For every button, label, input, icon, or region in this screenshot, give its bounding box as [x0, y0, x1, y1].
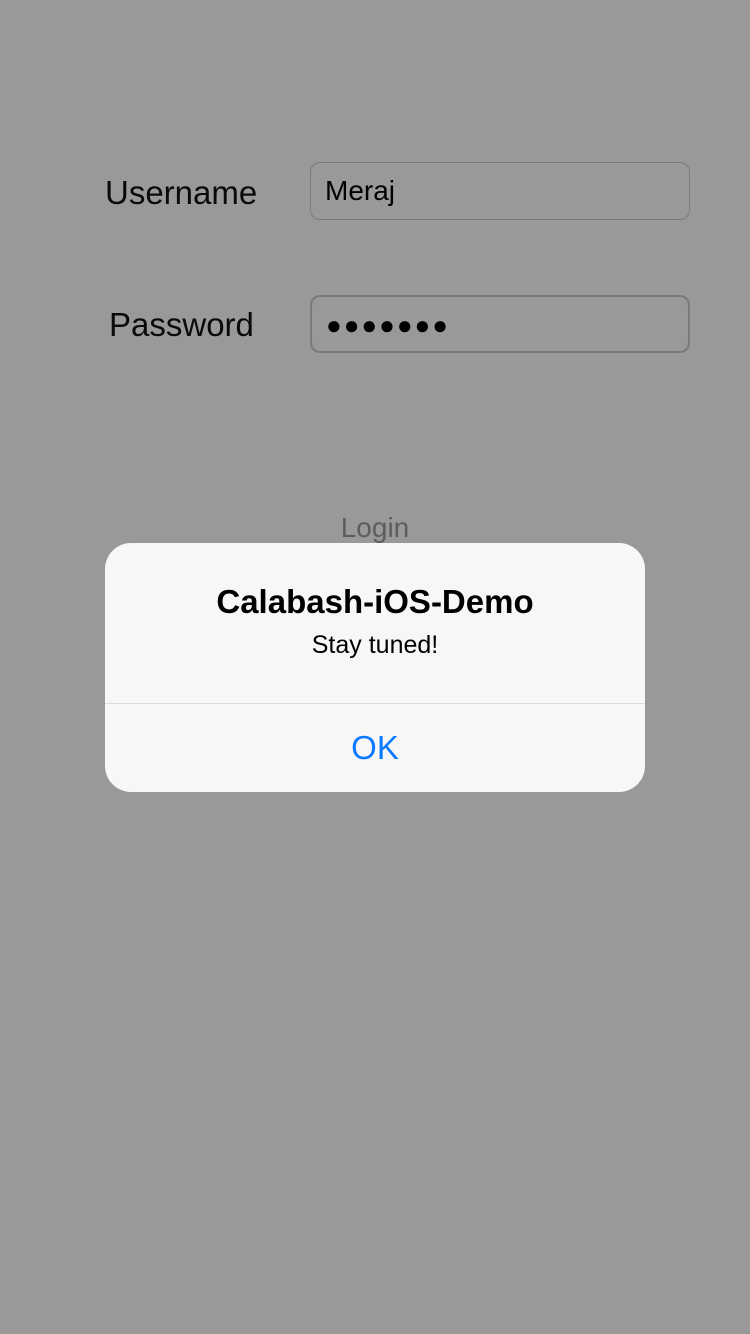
alert-message: Stay tuned! — [311, 631, 439, 659]
alert-title: Calabash-iOS-Demo — [216, 583, 534, 620]
password-input[interactable]: ●●●●●●● — [310, 295, 690, 353]
ok-button[interactable]: OK — [105, 704, 645, 792]
username-label: Username — [105, 174, 258, 211]
login-button[interactable]: Login — [0, 512, 750, 544]
username-input[interactable]: Meraj — [310, 162, 690, 220]
password-label: Password — [109, 306, 254, 343]
alert-dialog: Calabash-iOS-Demo Stay tuned! OK — [105, 543, 645, 792]
